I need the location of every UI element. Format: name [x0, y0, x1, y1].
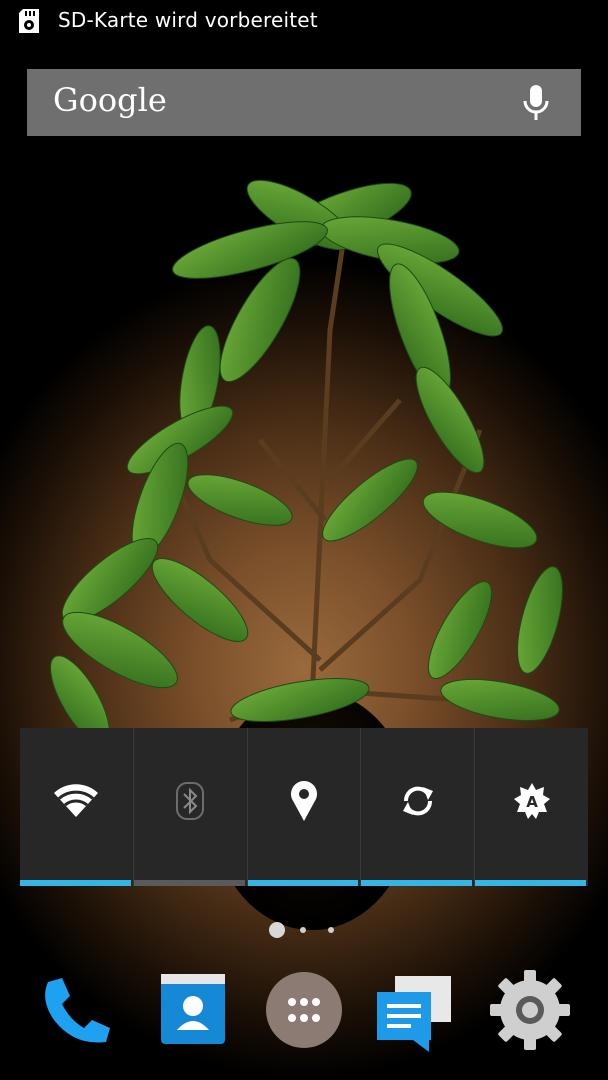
- status-notification-text: SD-Karte wird vorbereitet: [58, 8, 318, 32]
- mic-icon[interactable]: [521, 83, 551, 127]
- wifi-toggle[interactable]: [20, 728, 134, 886]
- page-indicator: [0, 922, 608, 938]
- messaging-app[interactable]: [373, 968, 457, 1052]
- contacts-icon: [151, 974, 235, 1056]
- settings-icon: [488, 970, 572, 1056]
- bluetooth-state-indicator: [133, 880, 245, 886]
- status-bar: SD-Karte wird vorbereitet: [0, 0, 608, 42]
- google-search-bar[interactable]: Google: [27, 69, 581, 136]
- quick-settings-widget: A: [20, 728, 588, 886]
- svg-text:A: A: [526, 793, 538, 811]
- dock: [0, 960, 608, 1070]
- sync-toggle[interactable]: [361, 728, 476, 886]
- page-dot: [300, 927, 306, 933]
- app-drawer[interactable]: [262, 968, 346, 1052]
- bluetooth-icon: [175, 781, 205, 825]
- sync-icon: [398, 781, 438, 825]
- sd-card-icon: [18, 8, 40, 38]
- brightness-state-indicator: [475, 880, 586, 886]
- page-dot: [328, 927, 334, 933]
- phone-app[interactable]: [34, 968, 118, 1052]
- settings-app[interactable]: [488, 968, 572, 1052]
- wifi-state-indicator: [20, 880, 131, 886]
- bluetooth-toggle[interactable]: [133, 728, 248, 886]
- contacts-app[interactable]: [151, 968, 235, 1052]
- location-toggle[interactable]: [247, 728, 362, 886]
- sync-state-indicator: [361, 880, 473, 886]
- auto-brightness-icon: A: [512, 781, 552, 825]
- phone-icon: [34, 978, 118, 1056]
- brightness-toggle[interactable]: A: [475, 728, 588, 886]
- wifi-icon: [52, 783, 100, 823]
- app-drawer-icon: [262, 972, 346, 1056]
- wallpaper-plant: [50, 179, 563, 740]
- location-icon: [289, 779, 319, 827]
- page-dot-active: [269, 922, 285, 938]
- location-state-indicator: [247, 880, 359, 886]
- google-logo: Google: [53, 81, 167, 119]
- messaging-icon: [373, 976, 457, 1056]
